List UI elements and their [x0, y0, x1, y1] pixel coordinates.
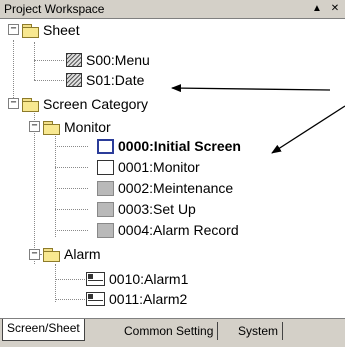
- tree-node-label: Monitor: [64, 119, 111, 135]
- tree-line: [34, 80, 64, 81]
- tree-line: [55, 299, 85, 300]
- tree-line: [55, 209, 88, 210]
- tree-node-monitor[interactable]: Monitor: [43, 117, 111, 137]
- tree-item-label: 0002:Meintenance: [118, 180, 234, 196]
- tree-item-alarm1[interactable]: 0010:Alarm1: [86, 269, 188, 289]
- tree-line: [55, 264, 56, 302]
- tree-node-label: Sheet: [43, 22, 80, 38]
- tree-node-label: Screen Category: [43, 96, 149, 112]
- tree-item-label: S01:Date: [86, 72, 145, 88]
- initial-screen-icon: [97, 138, 114, 154]
- tree-item-label: 0001:Monitor: [118, 159, 200, 175]
- tree-line: [55, 188, 88, 189]
- tree-node-alarm[interactable]: Alarm: [43, 244, 101, 264]
- tree-item-label: S00:Menu: [86, 52, 150, 68]
- project-tree: − Sheet S00:Menu S01:Date − Screen Categ…: [0, 20, 345, 318]
- hatched-sheet-icon: [66, 53, 82, 67]
- screen-icon: [97, 159, 114, 175]
- tree-item-label: 0004:Alarm Record: [118, 222, 239, 238]
- tree-item-initial-screen[interactable]: 0000:Initial Screen: [97, 136, 241, 156]
- tab-common-setting[interactable]: Common Setting: [120, 322, 219, 340]
- tree-item-monitor[interactable]: 0001:Monitor: [97, 157, 200, 177]
- pin-icon[interactable]: ▲: [310, 1, 324, 16]
- tree-item-alarm2[interactable]: 0011:Alarm2: [86, 289, 187, 309]
- close-icon[interactable]: ✕: [328, 1, 342, 16]
- tree-line: [55, 167, 88, 168]
- tree-line: [34, 60, 64, 61]
- collapse-toggle[interactable]: −: [29, 121, 40, 132]
- grey-screen-icon: [97, 180, 114, 196]
- tree-item-s01-date[interactable]: S01:Date: [66, 70, 144, 90]
- collapse-toggle[interactable]: −: [8, 24, 19, 35]
- tree-item-label: 0003:Set Up: [118, 201, 196, 217]
- tree-item-label: 0000:Initial Screen: [118, 138, 241, 154]
- window-screen-icon: [86, 292, 105, 306]
- hatched-sheet-icon: [66, 73, 82, 87]
- tree-line: [55, 279, 85, 280]
- tree-item-label: 0011:Alarm2: [109, 291, 188, 307]
- tree-node-screen-category[interactable]: Screen Category: [22, 94, 148, 114]
- folder-icon: [22, 23, 39, 38]
- grey-screen-icon: [97, 222, 114, 238]
- tab-strip: Screen/Sheet Common Setting System: [0, 318, 345, 347]
- tree-line: [55, 132, 56, 237]
- tab-screen-sheet[interactable]: Screen/Sheet: [2, 319, 85, 341]
- tree-item-alarm-record[interactable]: 0004:Alarm Record: [97, 220, 239, 240]
- tree-line: [34, 42, 35, 80]
- window-screen-icon: [86, 272, 105, 286]
- tree-item-meintenance[interactable]: 0002:Meintenance: [97, 178, 233, 198]
- tree-item-set-up[interactable]: 0003:Set Up: [97, 199, 196, 219]
- project-workspace-panel: Project Workspace ▲ ✕ − Sheet S00:Menu S…: [0, 0, 345, 347]
- tree-line: [13, 40, 14, 98]
- folder-icon: [43, 247, 60, 262]
- tree-line: [55, 146, 88, 147]
- tree-line: [55, 230, 88, 231]
- tab-system[interactable]: System: [234, 322, 284, 340]
- tree-node-label: Alarm: [64, 246, 101, 262]
- tree-item-s00-menu[interactable]: S00:Menu: [66, 50, 150, 70]
- tree-item-label: 0010:Alarm1: [109, 271, 189, 287]
- folder-icon: [43, 120, 60, 135]
- grey-screen-icon: [97, 201, 114, 217]
- title-bar: Project Workspace ▲ ✕: [0, 0, 345, 19]
- folder-icon: [22, 97, 39, 112]
- window-title: Project Workspace: [4, 2, 105, 16]
- collapse-toggle[interactable]: −: [8, 98, 19, 109]
- tree-node-sheet[interactable]: Sheet: [22, 20, 80, 40]
- collapse-toggle[interactable]: −: [29, 249, 40, 260]
